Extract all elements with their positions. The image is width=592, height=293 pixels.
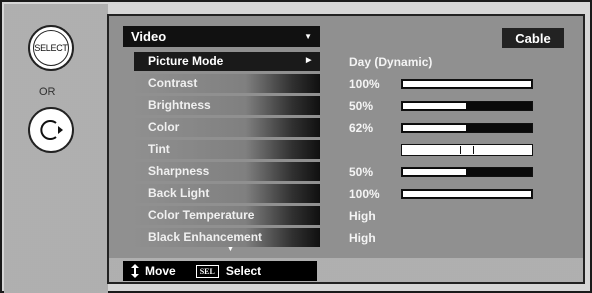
menu-item-brightness[interactable]: Brightness <box>134 94 332 116</box>
menu-item-label: Picture Mode <box>148 54 224 68</box>
menu-item-tint[interactable]: Tint <box>134 138 332 160</box>
menu-item-label: Black Enhancement <box>148 230 263 244</box>
value-row-sharpness: 50% <box>349 160 549 182</box>
menu-item-black-enhancement[interactable]: Black Enhancement <box>134 226 332 248</box>
sharpness-value: 50% <box>349 165 374 179</box>
remote-panel: SELECT OR <box>4 4 108 293</box>
chevron-down-icon: ▼ <box>304 32 312 41</box>
sel-key-icon: SEL <box>195 264 219 278</box>
menu-item-picture-mode[interactable]: Picture Mode ▶ <box>134 50 332 72</box>
slider-fill <box>403 169 466 175</box>
menu-item-color[interactable]: Color <box>134 116 332 138</box>
menu-item-label: Color Temperature <box>148 208 255 222</box>
color-slider[interactable] <box>401 123 533 133</box>
dpad-right-button[interactable] <box>28 107 74 153</box>
value-row-contrast: 100% <box>349 72 549 94</box>
menu-item-label: Sharpness <box>148 164 210 178</box>
color-temperature-value: High <box>349 209 376 223</box>
menu-title-bar[interactable]: Video ▼ <box>123 26 320 47</box>
menu-item-contrast[interactable]: Contrast <box>134 72 332 94</box>
value-row-black-enhancement: High <box>349 226 549 248</box>
menu-item-sharpness[interactable]: Sharpness <box>134 160 332 182</box>
contrast-slider[interactable] <box>401 79 533 89</box>
navigation-hint-bar: Move SEL Select <box>123 261 317 281</box>
menu-item-back-light[interactable]: Back Light <box>134 182 332 204</box>
select-hint-label: Select <box>225 264 262 278</box>
move-hint-label: Move <box>145 264 176 278</box>
menu-item-label: Tint <box>148 142 170 156</box>
brightness-value: 50% <box>349 99 374 113</box>
or-label: OR <box>39 86 56 98</box>
back-light-value: 100% <box>349 187 380 201</box>
settings-values: Day (Dynamic) 100% 50% 62% 50% 100% High… <box>349 50 549 248</box>
brightness-slider[interactable] <box>401 101 533 111</box>
value-row-back-light: 100% <box>349 182 549 204</box>
menu-title: Video <box>131 29 167 44</box>
menu-item-label: Brightness <box>148 98 211 112</box>
tv-screen: Video ▼ Cable Picture Mode ▶ Contrast Br… <box>107 14 585 284</box>
menu-item-label: Color <box>148 120 180 134</box>
slider-fill <box>403 125 466 131</box>
menu-list: Picture Mode ▶ Contrast Brightness Color… <box>134 50 332 248</box>
picture-mode-value: Day (Dynamic) <box>349 55 433 69</box>
tint-slider[interactable] <box>401 144 533 156</box>
move-arrows-icon <box>131 264 139 278</box>
sharpness-slider[interactable] <box>401 167 533 177</box>
figure-frame: SELECT OR Video ▼ Cable Picture Mode ▶ C <box>0 0 592 293</box>
back-light-slider[interactable] <box>401 189 533 199</box>
contrast-value: 100% <box>349 77 380 91</box>
value-row-color: 62% <box>349 116 549 138</box>
input-source-badge: Cable <box>502 28 564 48</box>
value-row-color-temperature: High <box>349 204 549 226</box>
value-row-tint <box>349 138 549 160</box>
value-row-picture-mode: Day (Dynamic) <box>349 50 549 72</box>
tint-center-marker <box>460 146 474 154</box>
slider-fill <box>403 191 531 197</box>
black-enhancement-value: High <box>349 231 376 245</box>
select-button-label: SELECT <box>33 30 69 66</box>
select-button[interactable]: SELECT <box>28 25 74 71</box>
menu-item-color-temperature[interactable]: Color Temperature <box>134 204 332 226</box>
slider-fill <box>403 103 466 109</box>
chevron-right-icon: ▶ <box>306 57 312 64</box>
slider-fill <box>403 81 531 87</box>
color-value: 62% <box>349 121 374 135</box>
menu-item-label: Contrast <box>148 76 198 90</box>
scroll-down-icon[interactable]: ▼ <box>227 246 234 253</box>
menu-item-label: Back Light <box>148 186 210 200</box>
value-row-brightness: 50% <box>349 94 549 116</box>
dpad-right-icon <box>40 120 63 140</box>
